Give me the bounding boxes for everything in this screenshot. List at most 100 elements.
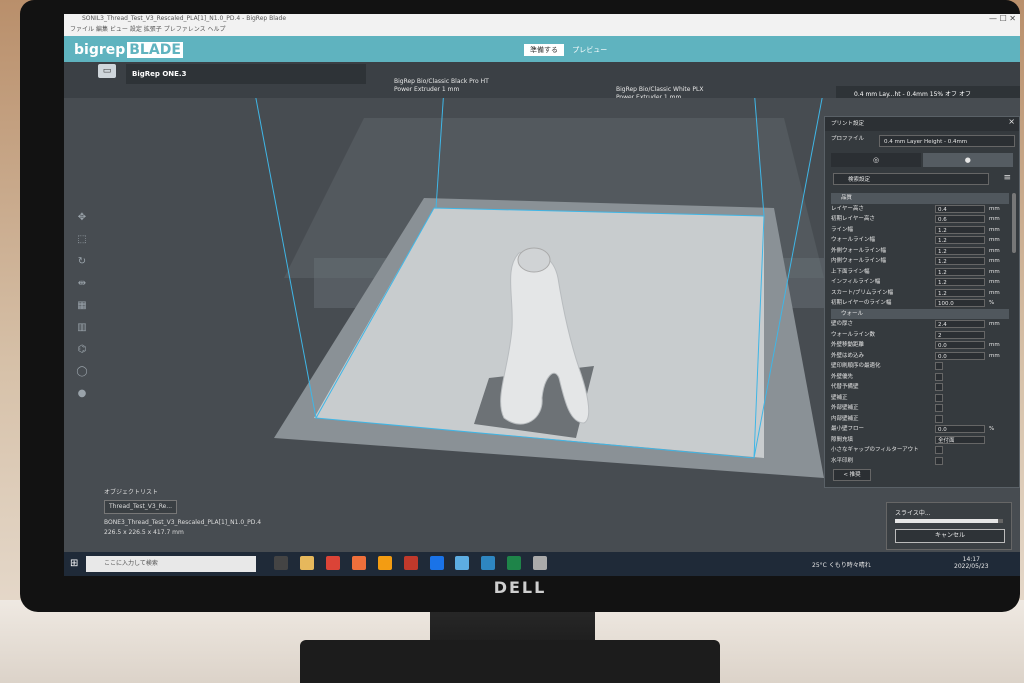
setting-checkbox[interactable] (935, 414, 943, 423)
settings-category[interactable]: 品質 (831, 193, 1009, 204)
setting-row[interactable]: 隙間充填 全付面 (831, 435, 1009, 446)
tab-preview[interactable]: プレビュー (566, 44, 613, 56)
menu-preferences[interactable]: プレファレンス (164, 26, 206, 33)
setting-row[interactable]: 外壁はめ込み 0.0 mm (831, 351, 1009, 362)
setting-checkbox[interactable] (935, 446, 943, 454)
setting-row[interactable]: 最小壁フロー 0.0% (831, 424, 1009, 435)
setting-value-input[interactable]: 100.0 (935, 299, 985, 307)
setting-row[interactable]: 初期レイヤーのライン幅 100.0% (831, 298, 1009, 309)
support-blocker-icon[interactable]: ▥ (74, 320, 90, 336)
hamburger-menu-icon[interactable]: ≡ (1003, 173, 1011, 183)
object-list-header[interactable]: オブジェクトリスト (104, 488, 274, 498)
app-icon[interactable] (533, 556, 548, 570)
setting-row[interactable]: 初期レイヤー高さ 0.6 mm (831, 214, 1009, 225)
profile-dropdown[interactable]: 0.4 mm Layer Height - 0.4mm (879, 135, 1015, 147)
measure-icon[interactable]: ⌬ (74, 342, 90, 358)
setting-row[interactable]: 水平印刷 (831, 456, 1009, 467)
menu-file[interactable]: ファイル (70, 26, 94, 33)
setting-row[interactable]: 外壁移動距離 0.0 mm (831, 340, 1009, 351)
setting-row[interactable]: 壁補正 (831, 393, 1009, 404)
app-icon[interactable] (429, 556, 444, 570)
setting-value-input[interactable]: 2.4 (935, 320, 985, 328)
setting-row[interactable]: 上下面ライン幅 1.2 mm (831, 267, 1009, 278)
menu-edit[interactable]: 編集 (96, 26, 108, 33)
setting-row[interactable]: 壁印刷順序の最適化 (831, 361, 1009, 372)
extruder-1-icon[interactable]: ◯ (74, 364, 90, 380)
app-icon[interactable] (455, 556, 470, 570)
setting-row[interactable]: 代替予備壁 (831, 382, 1009, 393)
cancel-button[interactable]: キャンセル (895, 529, 1005, 543)
setting-checkbox[interactable] (935, 393, 943, 402)
setting-value-input[interactable]: 0.0 (935, 425, 985, 433)
setting-row[interactable]: 小さなギャップのフィルターアウト (831, 445, 1009, 456)
per-model-settings-icon[interactable]: ▦ (74, 298, 90, 314)
settings-search-input[interactable]: 検索設定 (833, 173, 989, 185)
setting-value-input[interactable]: 1.2 (935, 288, 985, 297)
close-icon[interactable]: × (1008, 117, 1015, 126)
setting-value-input[interactable]: 1.2 (935, 236, 985, 244)
setting-row[interactable]: ウォールライン数 2 (831, 330, 1009, 341)
setting-row[interactable]: インフィルライン幅 1.2 mm (831, 277, 1009, 288)
panel-scrollbar[interactable] (1012, 193, 1016, 253)
setting-row[interactable]: 内側ウォールライン幅 1.2 mm (831, 256, 1009, 267)
setting-row[interactable]: 内部壁補正 (831, 414, 1009, 425)
setting-row[interactable]: ライン幅 1.2 mm (831, 225, 1009, 236)
clock[interactable]: 14:17 2022/05/23 (954, 556, 989, 570)
extruder-tab-1[interactable]: ◎ (831, 153, 921, 167)
chrome-icon[interactable] (325, 556, 340, 570)
taskbar-apps (274, 556, 557, 572)
extruder1-selector[interactable]: BigRep Bio/Classic Black Pro HT Power Ex… (394, 78, 489, 94)
mirror-icon[interactable]: ⇹ (74, 276, 90, 292)
setting-checkbox[interactable] (935, 456, 943, 465)
app-icon[interactable] (403, 556, 418, 570)
menu-settings[interactable]: 設定 (130, 26, 142, 33)
setting-value-input[interactable]: 0.6 (935, 215, 985, 223)
setting-row[interactable]: 壁の厚さ 2.4 mm (831, 319, 1009, 330)
move-icon[interactable]: ✥ (74, 210, 90, 226)
taskbar-search-input[interactable]: ここに入力して検索 (86, 556, 256, 572)
weather-widget[interactable]: 25°C くもり時々晴れ (812, 560, 871, 569)
setting-checkbox[interactable] (935, 404, 943, 412)
extruder-tab-2[interactable]: ● (922, 153, 1013, 167)
window-controls[interactable]: — ☐ ✕ (989, 14, 1016, 24)
setting-checkbox[interactable] (935, 383, 943, 391)
setting-row[interactable]: 外壁優先 (831, 372, 1009, 383)
blender-icon[interactable] (377, 556, 392, 570)
tab-prepare[interactable]: 準備する (524, 44, 564, 56)
folder-icon[interactable]: ▭ (98, 64, 116, 78)
printer-selector[interactable]: BigRep ONE.3 (126, 64, 366, 84)
setting-label: 壁の厚さ (831, 321, 854, 327)
recommended-button[interactable]: < 推奨 (833, 469, 871, 481)
setting-value-input[interactable]: 1.2 (935, 278, 985, 286)
setting-row[interactable]: スカート/ブリムライン幅 1.2 mm (831, 288, 1009, 299)
setting-checkbox[interactable] (935, 362, 943, 370)
extruder-2-icon[interactable]: ● (74, 386, 90, 402)
setting-value-input[interactable]: 0.0 (935, 351, 985, 360)
setting-value-input[interactable]: 1.2 (935, 225, 985, 234)
setting-row[interactable]: ウォールライン幅 1.2 mm (831, 235, 1009, 246)
bigrep-blade-icon[interactable] (351, 556, 366, 570)
setting-row[interactable]: 外部壁補正 (831, 403, 1009, 414)
setting-value-input[interactable]: 全付面 (935, 435, 985, 444)
rotate-icon[interactable]: ↻ (74, 254, 90, 270)
setting-value-input[interactable]: 2 (935, 330, 985, 339)
settings-category[interactable]: ウォール (831, 308, 1009, 319)
setting-value-input[interactable]: 1.2 (935, 246, 985, 255)
task-view-icon[interactable] (274, 556, 288, 570)
file-explorer-icon[interactable] (299, 556, 314, 570)
menu-view[interactable]: ビュー (110, 26, 128, 33)
windows-start-icon[interactable]: ⊞ (70, 558, 82, 570)
setting-checkbox[interactable] (935, 372, 943, 381)
menu-help[interactable]: ヘルプ (208, 26, 226, 33)
setting-row[interactable]: 外側ウォールライン幅 1.2 mm (831, 246, 1009, 257)
setting-row[interactable]: レイヤー高さ 0.4 mm (831, 204, 1009, 215)
setting-value-input[interactable]: 1.2 (935, 267, 985, 276)
edge-icon[interactable] (507, 556, 522, 570)
app-icon[interactable] (481, 556, 496, 570)
setting-value-input[interactable]: 1.2 (935, 257, 985, 265)
scale-icon[interactable]: ⬚ (74, 232, 90, 248)
setting-value-input[interactable]: 0.4 (935, 204, 985, 213)
object-list-item[interactable]: Thread_Test_V3_Re... (104, 500, 178, 514)
setting-value-input[interactable]: 0.0 (935, 341, 985, 349)
menu-extensions[interactable]: 拡張子 (144, 26, 162, 33)
